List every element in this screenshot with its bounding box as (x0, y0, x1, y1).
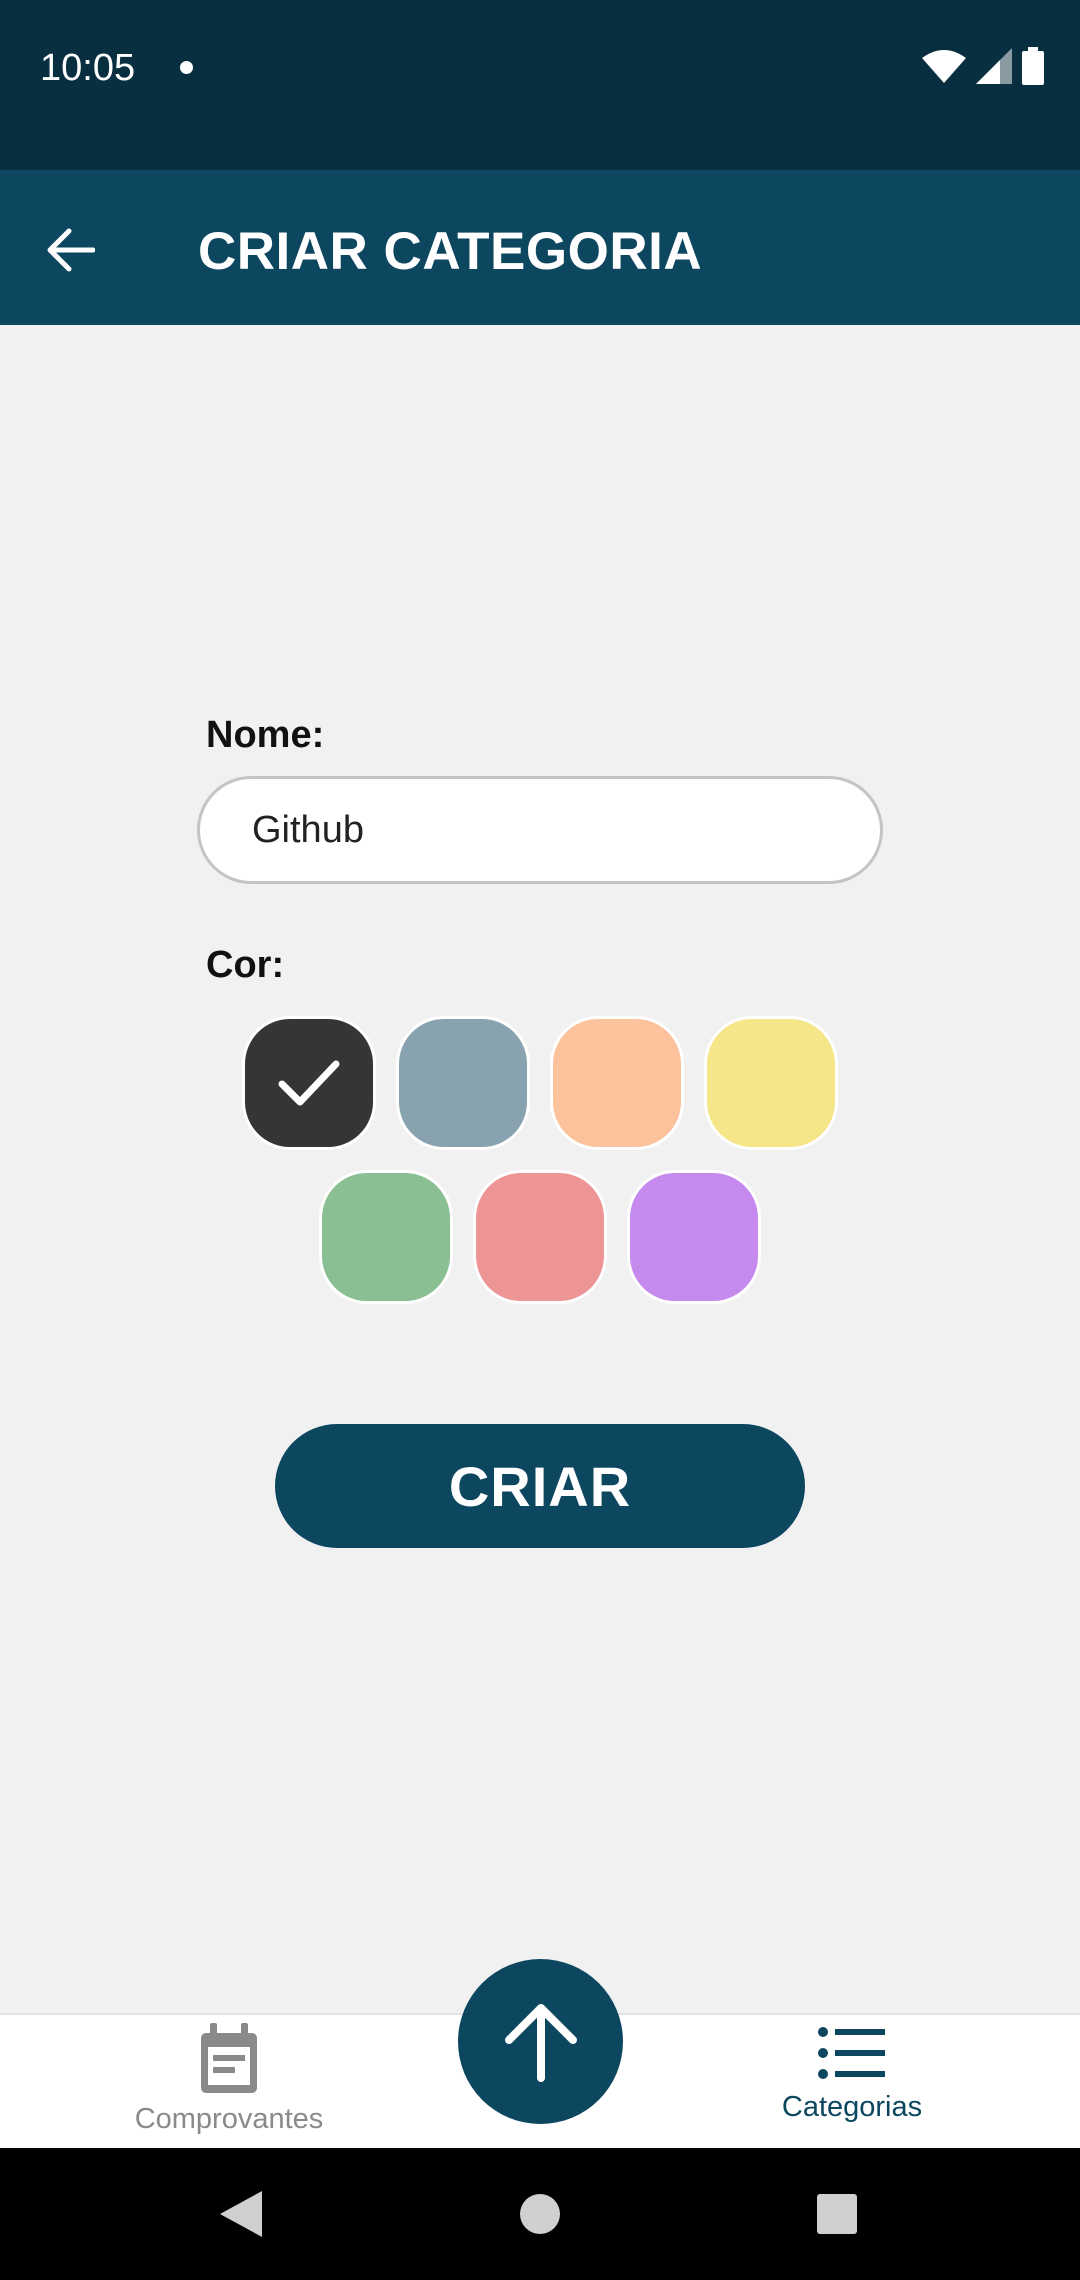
status-icons (922, 46, 1044, 86)
check-icon (278, 1060, 340, 1106)
arrow-up-icon (504, 2003, 577, 2082)
back-button[interactable] (30, 210, 110, 290)
nav-item-comprovantes[interactable]: Comprovantes (99, 2023, 359, 2148)
square-recents-icon (817, 2194, 857, 2234)
system-back-button[interactable] (206, 2179, 276, 2249)
upload-fab[interactable] (458, 1959, 623, 2124)
system-nav-bar (0, 2148, 1080, 2280)
triangle-back-icon (220, 2191, 262, 2237)
notification-dot-icon (180, 61, 193, 74)
page-title: CRIAR CATEGORIA (198, 222, 703, 281)
list-icon (818, 2027, 885, 2079)
color-swatch-red[interactable] (473, 1170, 607, 1304)
system-recents-button[interactable] (802, 2179, 872, 2249)
color-swatch-dark[interactable] (242, 1016, 376, 1150)
color-label: Cor: (206, 944, 285, 986)
color-swatch-peach[interactable] (550, 1016, 684, 1150)
system-home-button[interactable] (505, 2179, 575, 2249)
wifi-icon (922, 50, 966, 83)
color-swatch-green[interactable] (319, 1170, 453, 1304)
nav-label-categorias: Categorias (781, 2091, 923, 2123)
status-bar: 10:05 (0, 0, 1080, 170)
signal-icon (976, 48, 1012, 84)
circle-home-icon (520, 2194, 560, 2234)
nav-label-comprovantes: Comprovantes (134, 2103, 324, 2135)
create-button[interactable]: CRIAR (275, 1424, 805, 1548)
color-swatch-slate[interactable] (396, 1016, 530, 1150)
name-input[interactable] (197, 776, 883, 884)
nav-item-categorias[interactable]: Categorias (722, 2023, 982, 2148)
app-bar: CRIAR CATEGORIA (0, 170, 1080, 325)
receipt-icon (201, 2023, 257, 2093)
arrow-left-icon (47, 228, 95, 272)
battery-icon (1022, 47, 1044, 85)
color-swatch-purple[interactable] (627, 1170, 761, 1304)
name-label: Nome: (206, 714, 325, 756)
status-time: 10:05 (40, 47, 136, 89)
color-swatch-yellow[interactable] (704, 1016, 838, 1150)
